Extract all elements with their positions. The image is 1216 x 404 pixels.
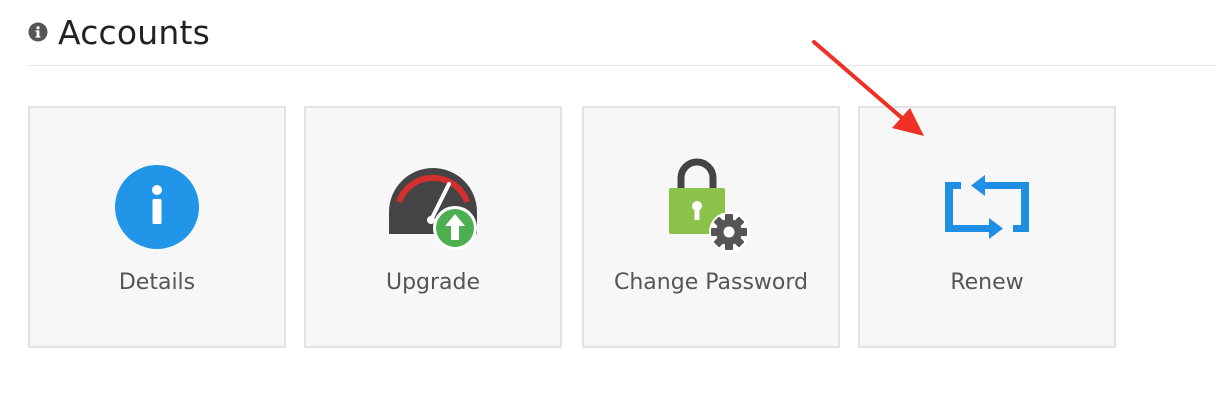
section-header: Accounts — [28, 10, 210, 54]
header-divider — [28, 65, 1216, 66]
change-password-label: Change Password — [614, 270, 808, 295]
renew-tile[interactable]: Renew — [858, 106, 1116, 348]
upgrade-label: Upgrade — [385, 270, 481, 295]
details-label: Details — [118, 270, 196, 295]
speedometer-upgrade-icon — [389, 168, 477, 250]
accounts-page: Accounts Details Upgrade Change Password… — [0, 0, 1216, 404]
info-circle-icon — [28, 22, 48, 42]
details-tile[interactable]: Details — [28, 106, 286, 348]
page-title: Accounts — [58, 12, 211, 52]
renew-label: Renew — [950, 270, 1024, 295]
change-password-tile[interactable]: Change Password — [582, 106, 840, 348]
renew-arrows-icon — [945, 175, 1029, 239]
upgrade-tile[interactable]: Upgrade — [304, 106, 562, 348]
info-icon — [115, 165, 199, 249]
lock-gear-icon — [669, 158, 749, 252]
